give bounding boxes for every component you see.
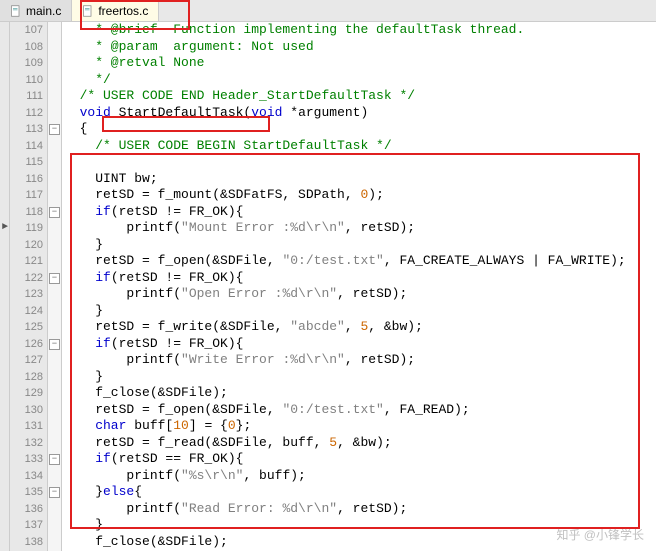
file-icon <box>10 5 22 17</box>
code-line[interactable]: * @retval None <box>62 55 656 72</box>
line-number: 120 <box>10 237 47 254</box>
code-line[interactable]: printf("Write Error :%d\r\n", retSD); <box>62 352 656 369</box>
code-line[interactable]: printf("%s\r\n", buff); <box>62 468 656 485</box>
code-line[interactable]: char buff[10] = {0}; <box>62 418 656 435</box>
tab-label: freertos.c <box>98 4 148 18</box>
code-line[interactable]: } <box>62 237 656 254</box>
line-number: 114 <box>10 138 47 155</box>
tab-bar: main.c freertos.c <box>0 0 656 22</box>
code-line[interactable]: /* USER CODE END Header_StartDefaultTask… <box>62 88 656 105</box>
line-number: 138 <box>10 534 47 551</box>
fold-toggle[interactable]: − <box>49 339 60 350</box>
line-number: 121 <box>10 253 47 270</box>
fold-strip: − − − − − − <box>48 22 62 551</box>
line-number: 131 <box>10 418 47 435</box>
line-number: 127 <box>10 352 47 369</box>
tab-label: main.c <box>26 4 61 18</box>
line-number: 137 <box>10 517 47 534</box>
code-line[interactable]: retSD = f_read(&SDFile, buff, 5, &bw); <box>62 435 656 452</box>
code-line[interactable]: */ <box>62 72 656 89</box>
fold-toggle[interactable]: − <box>49 487 60 498</box>
code-line[interactable]: }else{ <box>62 484 656 501</box>
fold-toggle[interactable]: − <box>49 454 60 465</box>
code-line[interactable]: } <box>62 369 656 386</box>
code-line[interactable]: retSD = f_open(&SDFile, "0:/test.txt", F… <box>62 253 656 270</box>
line-number: 118 <box>10 204 47 221</box>
line-number: 110 <box>10 72 47 89</box>
line-number: 133 <box>10 451 47 468</box>
fold-toggle[interactable]: − <box>49 207 60 218</box>
code-line[interactable]: printf("Open Error :%d\r\n", retSD); <box>62 286 656 303</box>
line-number: 125 <box>10 319 47 336</box>
line-number: 108 <box>10 39 47 56</box>
line-number: 117 <box>10 187 47 204</box>
line-number-gutter: 1071081091101111121131141151161171181191… <box>10 22 48 551</box>
code-line[interactable]: f_close(&SDFile); <box>62 385 656 402</box>
code-line[interactable]: printf("Mount Error :%d\r\n", retSD); <box>62 220 656 237</box>
line-number: 113 <box>10 121 47 138</box>
line-number: 115 <box>10 154 47 171</box>
fold-toggle[interactable]: − <box>49 273 60 284</box>
margin-strip: ► <box>0 22 10 551</box>
code-line[interactable]: if(retSD == FR_OK){ <box>62 451 656 468</box>
fold-toggle[interactable]: − <box>49 124 60 135</box>
line-number: 129 <box>10 385 47 402</box>
editor-area: ► 10710810911011111211311411511611711811… <box>0 22 656 551</box>
line-number: 112 <box>10 105 47 122</box>
bookmark-icon: ► <box>0 222 10 234</box>
code-line[interactable]: printf("Read Error: %d\r\n", retSD); <box>62 501 656 518</box>
line-number: 119 <box>10 220 47 237</box>
line-number: 107 <box>10 22 47 39</box>
line-number: 111 <box>10 88 47 105</box>
code-line[interactable]: { <box>62 121 656 138</box>
code-line[interactable]: /* USER CODE BEGIN StartDefaultTask */ <box>62 138 656 155</box>
tab-main-c[interactable]: main.c <box>0 0 72 21</box>
line-number: 134 <box>10 468 47 485</box>
code-line[interactable] <box>62 154 656 171</box>
line-number: 116 <box>10 171 47 188</box>
code-line[interactable]: if(retSD != FR_OK){ <box>62 204 656 221</box>
line-number: 109 <box>10 55 47 72</box>
code-line[interactable]: } <box>62 517 656 534</box>
code-line[interactable]: * @param argument: Not used <box>62 39 656 56</box>
code-content[interactable]: * @brief Function implementing the defau… <box>62 22 656 551</box>
file-icon <box>82 5 94 17</box>
line-number: 128 <box>10 369 47 386</box>
code-line[interactable]: if(retSD != FR_OK){ <box>62 270 656 287</box>
line-number: 136 <box>10 501 47 518</box>
line-number: 126 <box>10 336 47 353</box>
line-number: 123 <box>10 286 47 303</box>
line-number: 124 <box>10 303 47 320</box>
code-line[interactable]: retSD = f_open(&SDFile, "0:/test.txt", F… <box>62 402 656 419</box>
line-number: 132 <box>10 435 47 452</box>
line-number: 135 <box>10 484 47 501</box>
code-line[interactable]: * @brief Function implementing the defau… <box>62 22 656 39</box>
code-line[interactable]: f_close(&SDFile); <box>62 534 656 551</box>
code-line[interactable]: if(retSD != FR_OK){ <box>62 336 656 353</box>
code-line[interactable]: } <box>62 303 656 320</box>
line-number: 122 <box>10 270 47 287</box>
code-line[interactable]: void StartDefaultTask(void *argument) <box>62 105 656 122</box>
code-line[interactable]: retSD = f_write(&SDFile, "abcde", 5, &bw… <box>62 319 656 336</box>
line-number: 130 <box>10 402 47 419</box>
code-line[interactable]: UINT bw; <box>62 171 656 188</box>
code-line[interactable]: retSD = f_mount(&SDFatFS, SDPath, 0); <box>62 187 656 204</box>
tab-freertos-c[interactable]: freertos.c <box>72 0 159 21</box>
